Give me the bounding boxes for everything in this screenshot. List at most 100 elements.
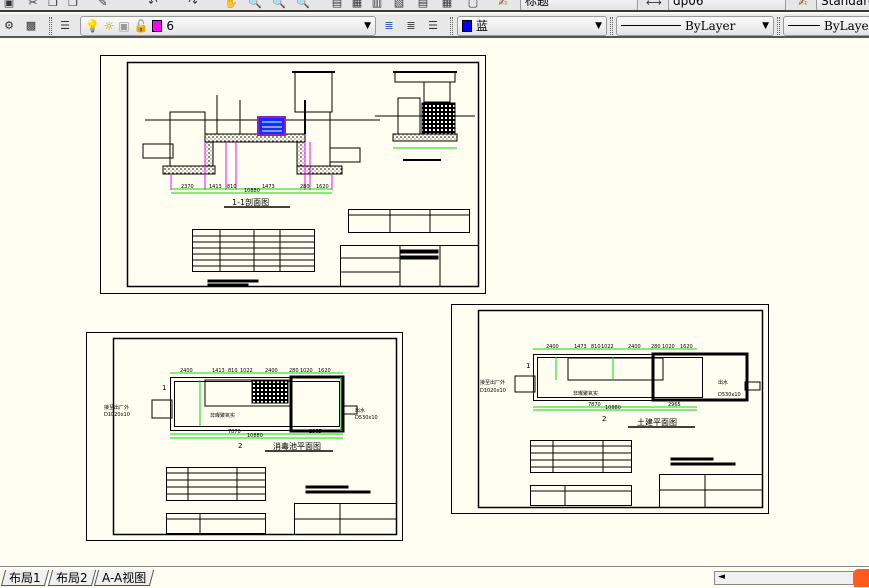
sheet-civil-plan[interactable]: 接至出厂外 D1020x10 出水 D530x10 非曝聚氧实 2400 147… xyxy=(451,304,769,514)
dim-label: 1620 xyxy=(318,368,331,374)
inlet-size: D1020x10 xyxy=(104,412,130,418)
dim-label: 2400 xyxy=(546,344,559,350)
dim-label: 810 xyxy=(227,184,237,190)
tab-label: 布局1 xyxy=(9,571,41,585)
toolbar-grip[interactable] xyxy=(49,17,52,35)
dim-label: 2400 xyxy=(265,368,278,374)
table-style-select[interactable]: Standard xyxy=(816,0,869,10)
dim-label: 280 xyxy=(289,368,299,374)
dim-style-select[interactable]: dp06 xyxy=(668,0,786,10)
layer-unlock-icon: 🔓 xyxy=(133,19,149,33)
dim-total: 10880 xyxy=(605,405,621,411)
design-center-icon[interactable]: ▦ xyxy=(350,0,364,10)
section-marker: 1 xyxy=(526,362,530,370)
dim-label: 2965 xyxy=(309,429,322,435)
app-tray-icon[interactable] xyxy=(854,569,869,587)
paste-icon[interactable]: ❐ xyxy=(66,0,80,10)
copy-icon[interactable]: ❐ xyxy=(46,0,60,10)
tab-a-a-view[interactable]: A-A视图 xyxy=(93,570,155,586)
pan-icon[interactable]: ✋ xyxy=(224,0,238,10)
dim-label: 1022 xyxy=(601,344,614,350)
toolbar-grip[interactable] xyxy=(450,17,453,35)
section-drawing xyxy=(142,71,475,194)
layer-states-icon[interactable]: ☰ xyxy=(426,19,440,33)
sheet-disinfect-plan[interactable]: 接至出厂外 D1020x10 出水 D530x10 非曝聚氧实 2400 141… xyxy=(86,332,403,541)
plan-tables xyxy=(530,440,763,508)
layer-on-icon: 💡 xyxy=(85,19,100,33)
toolbar-grip[interactable] xyxy=(610,17,613,35)
dim-label: 1022 xyxy=(240,368,253,374)
color-value: 蓝 xyxy=(476,19,489,33)
dim-label: 1413 xyxy=(212,368,225,374)
linetype-preview xyxy=(621,25,681,26)
match-properties-icon[interactable]: ✎ xyxy=(96,0,110,10)
dim-label: 1020 xyxy=(300,368,313,374)
dim-label: 810 xyxy=(591,344,601,350)
drawing-title: 消毒池平面图 xyxy=(273,441,321,451)
chevron-down-icon: ▼ xyxy=(364,21,371,31)
lineweight-value: ByLayer xyxy=(824,19,869,33)
toolbar-grip[interactable] xyxy=(777,17,780,35)
dim-label: 2965 xyxy=(668,402,681,408)
text-style-select[interactable]: 标题 xyxy=(520,0,638,10)
current-layer-name: 6 xyxy=(166,19,174,33)
plan-drawing xyxy=(514,348,761,428)
save-icon[interactable]: ▣ xyxy=(2,0,16,10)
plan-tables xyxy=(166,467,397,535)
tab-layout2[interactable]: 布局2 xyxy=(47,570,96,586)
cut-icon[interactable]: ✂ xyxy=(26,0,40,10)
layer-select[interactable]: 💡 ☼ ▣ 🔓 6 ▼ xyxy=(80,16,376,36)
dim-label: 280 xyxy=(300,184,310,190)
dim-label: 2400 xyxy=(628,344,641,350)
tank-label: 非曝聚氧实 xyxy=(573,390,598,397)
linetype-select[interactable]: ByLayer ▼ xyxy=(616,16,774,36)
calculator-icon[interactable]: ▦ xyxy=(440,0,454,10)
dim-label: 7870 xyxy=(588,402,601,408)
properties-icon[interactable]: ▤ xyxy=(330,0,344,10)
zoom-window-icon[interactable]: 🔍 xyxy=(272,0,286,10)
layers-toolbar: ⚙ ▩ ☰ 💡 ☼ ▣ 🔓 6 ▼ ≣ ≣ ☰ 蓝 ▼ ByLayer ▼ By… xyxy=(0,14,869,38)
sheet-section[interactable]: 2370 1413 810 1473 280 1620 10880 1-1剖面图 xyxy=(100,55,486,294)
layout-tabs-bar: 布局1 布局2 A-A视图 ◄ xyxy=(0,566,869,588)
drawing-title: 土建平面图 xyxy=(637,417,677,427)
drawing-svg: 2370 1413 810 1473 280 1620 10880 1-1剖面图… xyxy=(86,55,769,541)
dim-label: 280 xyxy=(651,344,661,350)
help-icon[interactable]: ▢ xyxy=(466,0,480,10)
linetype-value: ByLayer xyxy=(685,19,736,33)
table-style-icon: ✍ xyxy=(798,0,808,9)
zoom-realtime-icon[interactable]: 🔍 xyxy=(248,0,262,10)
inlet-label: 接至出厂外 xyxy=(480,379,505,386)
dim-label: 2400 xyxy=(180,368,193,374)
drawing-title: 1-1剖面图 xyxy=(232,197,269,207)
lock-ui-icon[interactable]: ▩ xyxy=(24,19,38,33)
color-select[interactable]: 蓝 ▼ xyxy=(457,16,607,36)
markup-icon[interactable]: ▤ xyxy=(416,0,430,10)
dim-label: 1413 xyxy=(209,184,222,190)
model-space-canvas[interactable]: 2370 1413 810 1473 280 1620 10880 1-1剖面图… xyxy=(0,40,869,566)
zoom-previous-icon[interactable]: 🔍 xyxy=(296,0,310,10)
layer-thaw-icon: ☼ xyxy=(103,19,115,33)
lineweight-select[interactable]: ByLayer xyxy=(783,16,869,36)
horizontal-scrollbar[interactable]: ◄ xyxy=(714,571,854,585)
dim-label: 1473 xyxy=(574,344,587,350)
tab-layout1[interactable]: 布局1 xyxy=(0,570,49,586)
redo-icon[interactable]: ↷ xyxy=(186,0,200,10)
plan-drawing xyxy=(151,372,358,452)
dim-label: 810 xyxy=(228,368,238,374)
section-marker: 2 xyxy=(602,415,606,423)
dim-label: 1020 xyxy=(662,344,675,350)
chevron-down-icon: ▼ xyxy=(762,21,769,31)
layer-properties-icon[interactable]: ☰ xyxy=(58,19,72,33)
undo-icon[interactable]: ↶ xyxy=(146,0,160,10)
dim-label: 7870 xyxy=(228,429,241,435)
layer-color-swatch xyxy=(152,20,163,32)
scroll-left-icon[interactable]: ◄ xyxy=(718,572,725,582)
dim-label: 1620 xyxy=(680,344,693,350)
inlet-label: 接至出厂外 xyxy=(104,404,129,411)
dim-total: 10880 xyxy=(244,188,260,194)
workspace-settings-icon[interactable]: ⚙ xyxy=(2,19,16,33)
make-current-layer-icon[interactable]: ≣ xyxy=(382,19,396,33)
sheet-set-icon[interactable]: ▧ xyxy=(392,0,406,10)
tool-palettes-icon[interactable]: ▥ xyxy=(370,0,384,10)
layer-previous-icon[interactable]: ≣ xyxy=(404,19,418,33)
